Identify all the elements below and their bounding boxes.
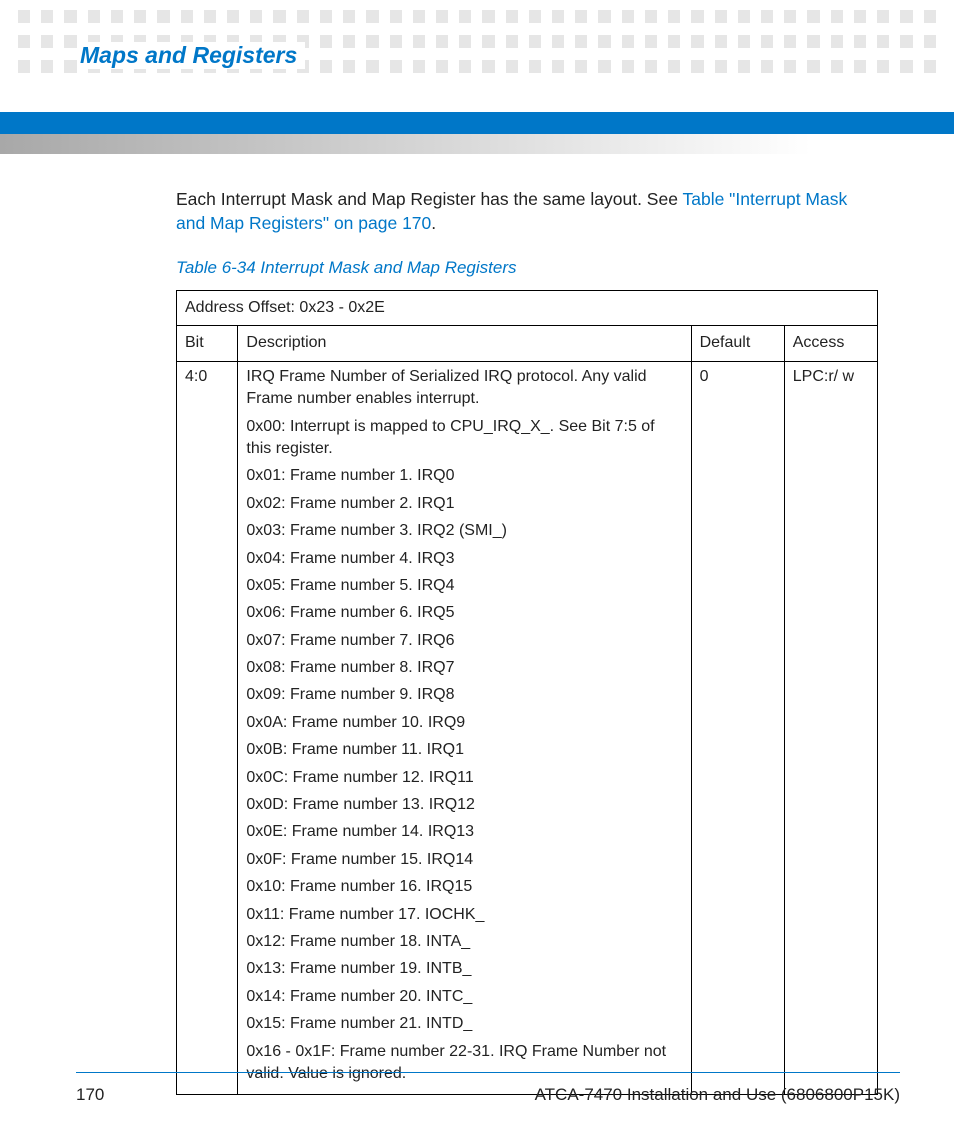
- col-header-description: Description: [238, 326, 691, 361]
- description-line: 0x09: Frame number 9. IRQ8: [246, 684, 682, 706]
- intro-text-prefix: Each Interrupt Mask and Map Register has…: [176, 189, 682, 209]
- access-cell: LPC:r/ w: [784, 361, 877, 1095]
- description-line: 0x14: Frame number 20. INTC_: [246, 986, 682, 1008]
- bit-cell: 4:0: [177, 361, 238, 1095]
- description-line: 0x11: Frame number 17. IOCHK_: [246, 904, 682, 926]
- page-number: 170: [76, 1085, 104, 1105]
- description-cell: IRQ Frame Number of Serialized IRQ proto…: [238, 361, 691, 1095]
- description-line: 0x07: Frame number 7. IRQ6: [246, 630, 682, 652]
- header-blue-bar: [0, 112, 954, 134]
- description-line: 0x10: Frame number 16. IRQ15: [246, 876, 682, 898]
- description-line: 0x12: Frame number 18. INTA_: [246, 931, 682, 953]
- table-row: 4:0 IRQ Frame Number of Serialized IRQ p…: [177, 361, 878, 1095]
- description-line: IRQ Frame Number of Serialized IRQ proto…: [246, 366, 682, 411]
- table-caption: Table 6-34 Interrupt Mask and Map Regist…: [176, 258, 517, 278]
- description-line: 0x02: Frame number 2. IRQ1: [246, 493, 682, 515]
- description-line: 0x03: Frame number 3. IRQ2 (SMI_): [246, 520, 682, 542]
- description-line: 0x13: Frame number 19. INTB_: [246, 958, 682, 980]
- page-footer: 170 ATCA-7470 Installation and Use (6806…: [76, 1085, 900, 1105]
- description-line: 0x06: Frame number 6. IRQ5: [246, 602, 682, 624]
- intro-paragraph: Each Interrupt Mask and Map Register has…: [176, 188, 876, 235]
- description-line: 0x0C: Frame number 12. IRQ11: [246, 767, 682, 789]
- description-line: 0x0F: Frame number 15. IRQ14: [246, 849, 682, 871]
- table-address-row: Address Offset: 0x23 - 0x2E: [177, 291, 878, 326]
- description-line: 0x04: Frame number 4. IRQ3: [246, 548, 682, 570]
- description-line: 0x0E: Frame number 14. IRQ13: [246, 821, 682, 843]
- description-line: 0x08: Frame number 8. IRQ7: [246, 657, 682, 679]
- header-gradient-bar: [0, 134, 954, 154]
- col-header-access: Access: [784, 326, 877, 361]
- description-line: 0x00: Interrupt is mapped to CPU_IRQ_X_.…: [246, 416, 682, 461]
- table-header-row: Bit Description Default Access: [177, 326, 878, 361]
- intro-text-suffix: .: [431, 213, 436, 233]
- description-line: 0x16 - 0x1F: Frame number 22-31. IRQ Fra…: [246, 1041, 682, 1086]
- doc-title: ATCA-7470 Installation and Use (6806800P…: [535, 1085, 900, 1105]
- footer-rule: [76, 1072, 900, 1074]
- address-offset-cell: Address Offset: 0x23 - 0x2E: [177, 291, 878, 326]
- description-line: 0x0D: Frame number 13. IRQ12: [246, 794, 682, 816]
- description-line: 0x0A: Frame number 10. IRQ9: [246, 712, 682, 734]
- register-table: Address Offset: 0x23 - 0x2E Bit Descript…: [176, 290, 878, 1095]
- default-cell: 0: [691, 361, 784, 1095]
- col-header-default: Default: [691, 326, 784, 361]
- col-header-bit: Bit: [177, 326, 238, 361]
- section-title: Maps and Registers: [80, 42, 305, 69]
- description-line: 0x0B: Frame number 11. IRQ1: [246, 739, 682, 761]
- description-line: 0x15: Frame number 21. INTD_: [246, 1013, 682, 1035]
- description-line: 0x01: Frame number 1. IRQ0: [246, 465, 682, 487]
- description-line: 0x05: Frame number 5. IRQ4: [246, 575, 682, 597]
- document-page: Maps and Registers Each Interrupt Mask a…: [0, 0, 954, 1145]
